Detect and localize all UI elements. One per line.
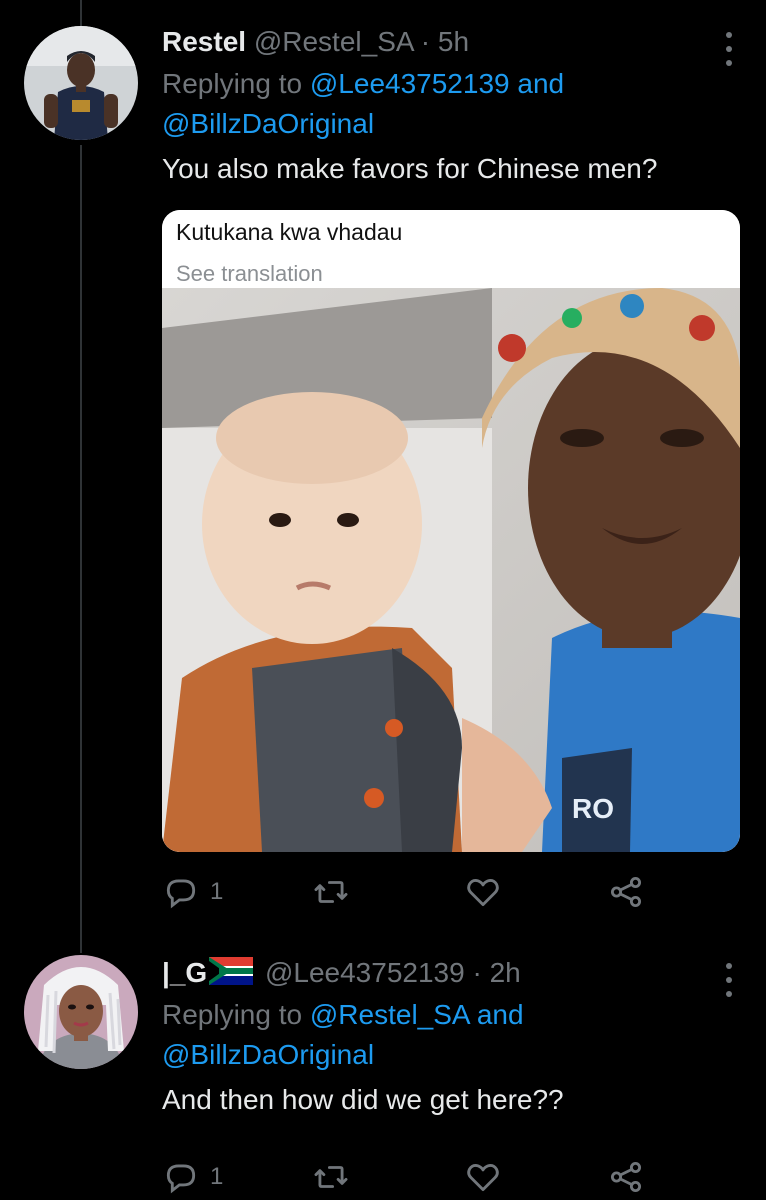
retweet-button[interactable] bbox=[312, 870, 350, 914]
avatar[interactable] bbox=[24, 26, 138, 140]
dot-separator: · bbox=[472, 957, 482, 988]
selfie-photo: RO bbox=[162, 288, 740, 852]
share-button[interactable] bbox=[607, 1155, 645, 1199]
avatar[interactable] bbox=[24, 955, 138, 1069]
tweet-actions: 1 bbox=[162, 870, 662, 914]
heart-icon bbox=[467, 878, 499, 907]
reply-count: 1 bbox=[210, 1163, 224, 1190]
share-icon bbox=[610, 876, 642, 908]
reply-icon bbox=[166, 879, 196, 909]
replying-to-label: Replying to bbox=[162, 68, 303, 99]
retweet-icon bbox=[314, 881, 348, 903]
like-button[interactable] bbox=[464, 870, 502, 914]
mention-link[interactable]: @BillzDaOriginal bbox=[162, 1039, 374, 1070]
reply-button[interactable]: 1 bbox=[162, 1155, 223, 1199]
south-africa-flag-icon bbox=[209, 957, 254, 985]
thread-connector-top bbox=[80, 0, 82, 28]
display-name[interactable]: |_G bbox=[162, 957, 207, 988]
timestamp[interactable]: 5h bbox=[438, 26, 469, 57]
embedded-caption: Kutukana kwa vhadau See translation bbox=[162, 210, 740, 288]
mention-link[interactable]: @Lee43752139 bbox=[310, 68, 510, 99]
display-name[interactable]: Restel bbox=[162, 26, 246, 57]
replying-to: Replying to @Lee43752139 and @BillzDaOri… bbox=[162, 64, 736, 144]
timestamp[interactable]: 2h bbox=[490, 957, 521, 988]
user-handle[interactable]: @Lee43752139 bbox=[265, 957, 465, 988]
reply-icon bbox=[166, 1164, 196, 1194]
tweet-body: |_G @Lee43752139 · 2h Replying to @Reste… bbox=[162, 955, 736, 1119]
tweet-text: You also make favors for Chinese men? bbox=[162, 153, 658, 184]
heart-icon bbox=[467, 1163, 499, 1192]
replying-to-label: Replying to bbox=[162, 999, 303, 1030]
tweet-media[interactable]: Kutukana kwa vhadau See translation RO bbox=[162, 210, 740, 852]
tweet-header: Restel @Restel_SA · 5h bbox=[162, 24, 736, 60]
retweet-button[interactable] bbox=[312, 1155, 350, 1199]
more-options-icon[interactable] bbox=[724, 32, 734, 66]
dot-separator: · bbox=[420, 26, 431, 57]
replying-and-link[interactable]: and bbox=[517, 68, 564, 99]
more-options-icon[interactable] bbox=[724, 963, 734, 997]
tweet-text: And then how did we get here?? bbox=[162, 1084, 564, 1115]
share-icon bbox=[610, 1161, 642, 1193]
replying-and-link[interactable]: and bbox=[477, 999, 524, 1030]
retweet-icon bbox=[314, 1166, 348, 1188]
mention-link[interactable]: @Restel_SA bbox=[310, 999, 469, 1030]
jersey-text: RO bbox=[572, 793, 614, 824]
replying-to: Replying to @Restel_SA and @BillzDaOrigi… bbox=[162, 995, 736, 1075]
thread-connector-second bbox=[80, 935, 82, 953]
like-button[interactable] bbox=[464, 1155, 502, 1199]
share-button[interactable] bbox=[607, 870, 645, 914]
user-handle[interactable]: @Restel_SA bbox=[254, 26, 413, 57]
see-translation-link[interactable]: See translation bbox=[176, 248, 726, 290]
twitter-thread: Restel @Restel_SA · 5h Replying to @Lee4… bbox=[0, 0, 766, 1200]
thread-connector bbox=[80, 145, 82, 935]
caption-text: Kutukana kwa vhadau bbox=[176, 219, 403, 245]
reply-count: 1 bbox=[210, 878, 224, 905]
mention-link[interactable]: @BillzDaOriginal bbox=[162, 108, 374, 139]
tweet-actions: 1 bbox=[162, 1155, 662, 1199]
tweet-header: |_G @Lee43752139 · 2h bbox=[162, 955, 736, 991]
tweet-body: Restel @Restel_SA · 5h Replying to @Lee4… bbox=[162, 24, 736, 188]
reply-button[interactable]: 1 bbox=[162, 870, 223, 914]
